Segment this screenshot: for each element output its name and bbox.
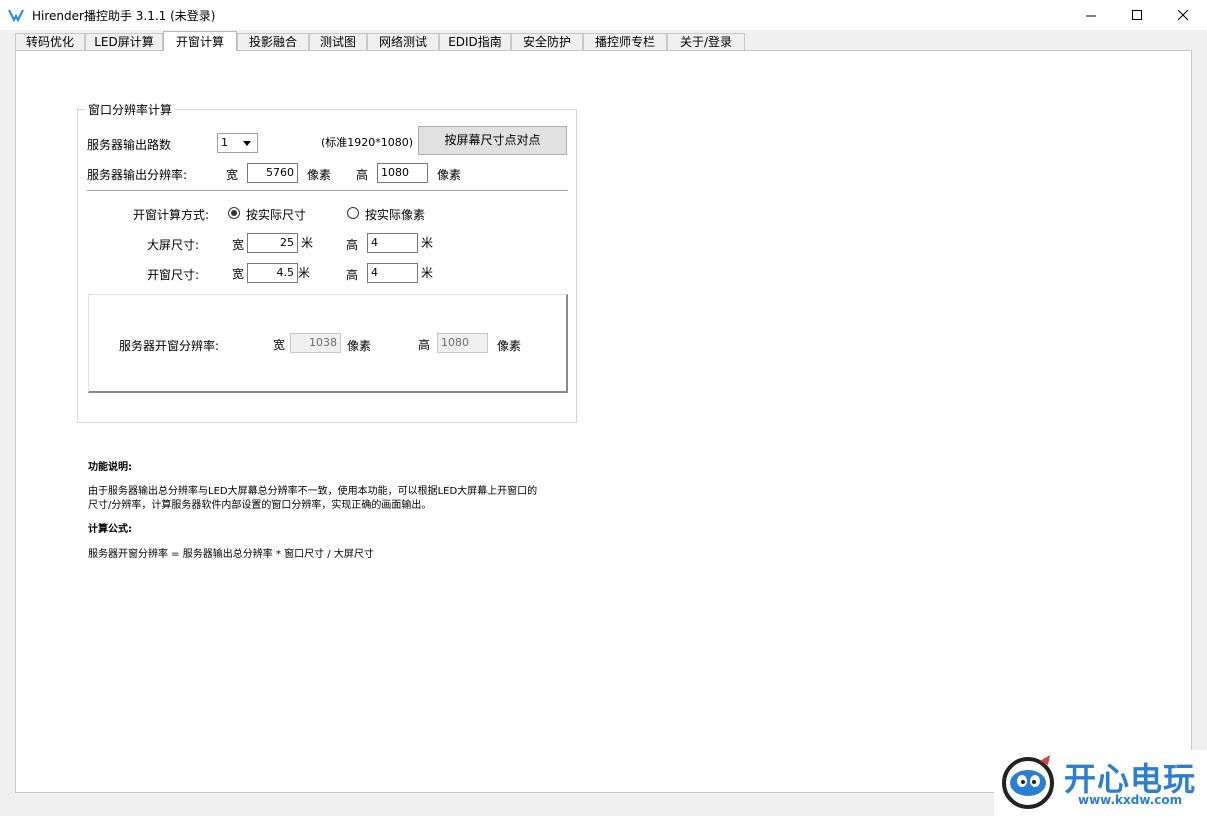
window-height-unit: 米 (421, 266, 434, 280)
formula-title: 计算公式: (88, 524, 132, 535)
server-outputs-label: 服务器输出路数 (87, 138, 172, 152)
minimize-icon (1085, 15, 1096, 16)
server-outputs-value: 1 (221, 136, 228, 149)
screen-width-input[interactable]: 25 (247, 233, 298, 253)
watermark: 开心电玩 www.kxdw.com (994, 750, 1207, 816)
close-icon (1177, 9, 1188, 20)
radio-selected-dot (231, 210, 237, 216)
tab-security[interactable]: 安全防护 (511, 33, 583, 50)
window-height-input[interactable]: 4 (367, 263, 418, 283)
res-height-unit: 像素 (437, 168, 462, 182)
group-title: 窗口分辨率计算 (85, 101, 176, 118)
result-width-label: 宽 (273, 338, 286, 352)
point-to-point-button[interactable]: 按屏幕尺寸点对点 (418, 126, 567, 155)
mascot-logo-icon (1002, 755, 1054, 809)
result-height-label: 高 (418, 338, 431, 352)
result-height-field: 1080 (437, 333, 488, 353)
res-width-input[interactable]: 5760 (247, 163, 298, 183)
screen-width-unit: 米 (301, 236, 314, 250)
app-logo-icon (8, 9, 24, 22)
tab-network-test[interactable]: 网络测试 (367, 33, 439, 50)
chevron-down-icon (243, 141, 251, 146)
maximize-button[interactable] (1114, 0, 1160, 30)
function-title: 功能说明: (88, 462, 132, 473)
function-line-2: 尺寸/分辨率，计算服务器软件内部设置的窗口分辨率，实现正确的画面输出。 (88, 500, 432, 511)
result-width-field: 1038 (290, 333, 341, 353)
minimize-button[interactable] (1068, 0, 1114, 30)
output-resolution-label: 服务器输出分辨率: (87, 168, 188, 182)
res-width-unit: 像素 (307, 168, 332, 182)
res-width-label: 宽 (226, 168, 239, 182)
screen-width-label: 宽 (232, 238, 245, 252)
screen-height-label: 高 (346, 238, 359, 252)
screen-height-input[interactable]: 4 (367, 233, 418, 253)
result-label: 服务器开窗分辨率: (119, 339, 220, 353)
method-size-radio[interactable] (228, 207, 240, 219)
method-size-label[interactable]: 按实际尺寸 (246, 206, 306, 223)
window-width-input[interactable]: 4.5 (247, 263, 298, 283)
tab-led-calc[interactable]: LED屏计算 (85, 33, 163, 50)
window-size-label: 开窗尺寸: (147, 268, 200, 282)
screen-size-label: 大屏尺寸: (147, 238, 200, 252)
res-height-input[interactable]: 1080 (377, 163, 428, 183)
tab-edid-guide[interactable]: EDID指南 (439, 33, 511, 50)
tab-window-calc[interactable]: 开窗计算 (163, 31, 237, 51)
screen-height-unit: 米 (421, 236, 434, 250)
function-line-1: 由于服务器输出总分辨率与LED大屏幕总分辨率不一致，使用本功能，可以根据LED大… (88, 486, 538, 497)
tab-operator-column[interactable]: 播控师专栏 (583, 33, 667, 50)
window-title: Hirender播控助手 3.1.1 (未登录) (32, 9, 216, 23)
window-width-label: 宽 (232, 267, 245, 281)
method-pixel-radio[interactable] (347, 207, 359, 219)
window-height-label: 高 (346, 268, 359, 282)
watermark-url: www.kxdw.com (1078, 793, 1183, 807)
tab-transcode[interactable]: 转码优化 (15, 33, 85, 50)
close-button[interactable] (1160, 0, 1206, 30)
maximize-icon (1131, 9, 1142, 20)
method-pixel-label[interactable]: 按实际像素 (365, 206, 425, 223)
tab-about-login[interactable]: 关于/登录 (667, 33, 745, 50)
method-label: 开窗计算方式: (133, 208, 210, 222)
standard-note: (标准1920*1080) (321, 136, 414, 149)
divider (87, 190, 568, 191)
formula-text: 服务器开窗分辨率 = 服务器输出总分辨率 * 窗口尺寸 / 大屏尺寸 (88, 549, 374, 560)
result-width-unit: 像素 (347, 339, 372, 353)
res-height-label: 高 (356, 168, 369, 182)
result-height-unit: 像素 (497, 339, 522, 353)
tab-projection-blend[interactable]: 投影融合 (237, 33, 309, 50)
tab-test-pattern[interactable]: 测试图 (309, 33, 367, 50)
window-width-unit: 米 (298, 266, 311, 280)
